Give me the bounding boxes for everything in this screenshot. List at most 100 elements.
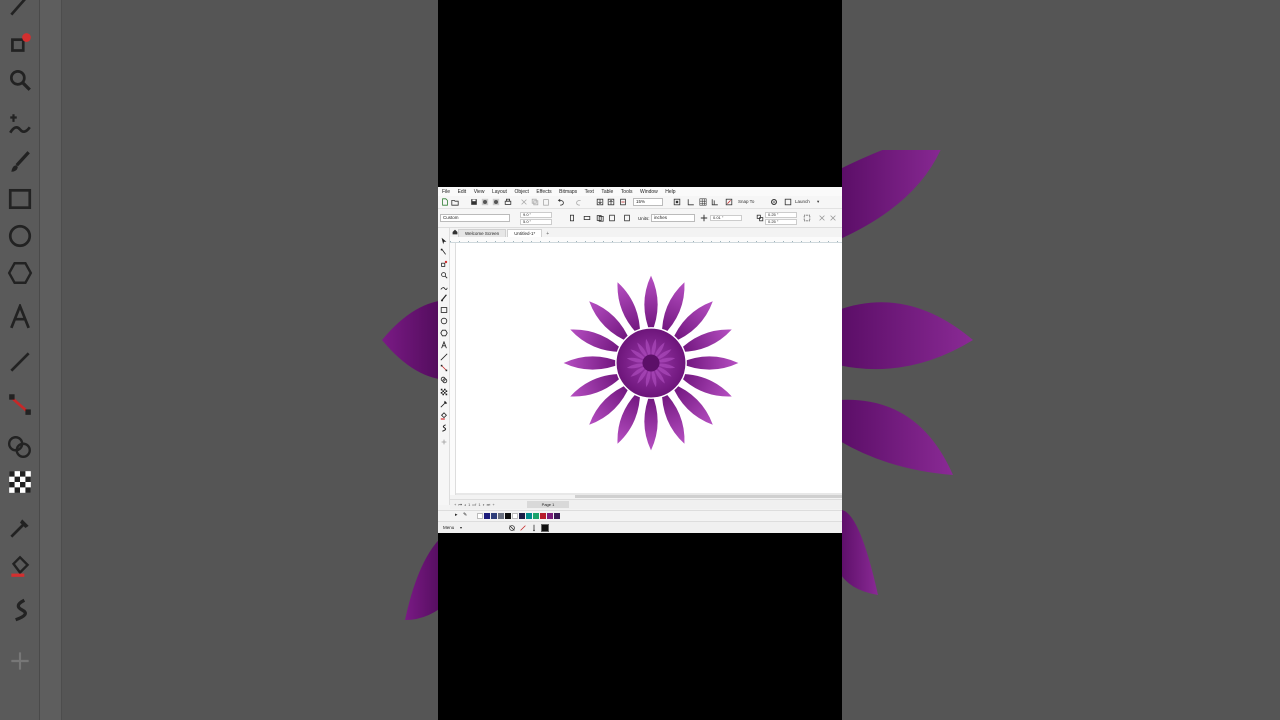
page-1-tab[interactable]: Page 1 <box>527 501 569 508</box>
connector-tool-icon[interactable] <box>440 359 448 372</box>
palette-eyedropper-icon[interactable]: ✎ <box>463 512 467 518</box>
color-palette: ▸ ✎ <box>438 510 842 520</box>
menu-object[interactable]: Object <box>514 189 528 195</box>
smear-tool-icon[interactable] <box>440 419 448 432</box>
line-tool-icon[interactable] <box>440 348 448 361</box>
page-width-field[interactable]: 9.0 " <box>520 212 552 218</box>
menu-tools[interactable]: Tools <box>621 189 633 195</box>
palette-swatch[interactable] <box>484 513 490 519</box>
view-mode-icon[interactable] <box>725 198 733 206</box>
palette-swatch[interactable] <box>498 513 504 519</box>
landscape-icon[interactable] <box>583 214 591 222</box>
launch-label[interactable]: Launch <box>795 199 810 204</box>
units-select[interactable]: inches <box>651 214 695 222</box>
save-icon[interactable] <box>470 198 478 206</box>
launch-icon[interactable] <box>784 198 792 206</box>
palette-swatch[interactable] <box>477 513 483 519</box>
background-flower-petals-left <box>382 300 450 620</box>
page-height-field[interactable]: 5.0 " <box>520 219 552 225</box>
tab-welcome-screen[interactable]: Welcome Screen <box>458 229 507 237</box>
duplicate-y-field[interactable]: 0.25 " <box>765 219 797 225</box>
menu-text[interactable]: Text <box>585 189 594 195</box>
publish-pdf-icon[interactable] <box>619 198 627 206</box>
menu-layout[interactable]: Layout <box>492 189 507 195</box>
palette-swatch[interactable] <box>512 513 518 519</box>
palette-swatch[interactable] <box>519 513 525 519</box>
rulers-icon[interactable] <box>687 198 695 206</box>
text-tool-icon[interactable] <box>440 336 448 349</box>
menu-edit[interactable]: Edit <box>458 189 467 195</box>
add-tool-icon[interactable] <box>440 433 448 445</box>
drawing-canvas[interactable] <box>456 243 842 495</box>
flower-artwork[interactable] <box>556 268 746 458</box>
palette-swatch[interactable] <box>491 513 497 519</box>
status-menu[interactable]: Menu <box>443 525 454 530</box>
close-docker-icon[interactable] <box>818 214 826 222</box>
redo-icon[interactable] <box>575 198 583 206</box>
page-preset-select[interactable]: Custom <box>440 214 510 222</box>
shape-tool-icon[interactable] <box>440 243 448 255</box>
artistic-media-icon[interactable] <box>440 289 448 302</box>
copy-icon[interactable] <box>531 198 539 206</box>
current-fill-swatch[interactable] <box>541 524 549 532</box>
paste-icon[interactable] <box>542 198 550 206</box>
transparency-tool-icon[interactable] <box>440 383 448 396</box>
import-icon[interactable] <box>596 198 604 206</box>
undo-icon[interactable] <box>557 198 565 206</box>
palette-swatch[interactable] <box>547 513 553 519</box>
outline-none-icon[interactable] <box>519 524 527 532</box>
guidelines-icon[interactable] <box>711 198 719 206</box>
menu-help[interactable]: Help <box>665 189 675 195</box>
portrait-icon[interactable] <box>568 214 576 222</box>
full-screen-icon[interactable] <box>673 198 681 206</box>
nudge-distance-field[interactable]: 0.01 " <box>710 215 742 221</box>
menu-view[interactable]: View <box>474 189 485 195</box>
polygon-tool-icon[interactable] <box>440 324 448 337</box>
all-pages-icon[interactable] <box>596 214 604 222</box>
zoom-level-field[interactable]: 15% <box>633 198 663 206</box>
horizontal-scrollbar[interactable] <box>575 495 842 498</box>
new-document-icon[interactable] <box>441 198 449 206</box>
palette-swatch[interactable] <box>505 513 511 519</box>
grid-icon[interactable] <box>699 198 707 206</box>
export-icon[interactable] <box>607 198 615 206</box>
rectangle-tool-icon[interactable] <box>440 301 448 313</box>
pick-tool-icon[interactable] <box>440 232 448 245</box>
menu-window[interactable]: Window <box>640 189 658 195</box>
status-menu-dropdown-icon[interactable]: ▾ <box>460 525 462 530</box>
blend-tool-icon[interactable] <box>440 371 448 384</box>
crop-tool-icon[interactable] <box>440 255 448 267</box>
bleed-icon[interactable] <box>623 214 631 222</box>
open-folder-icon[interactable] <box>451 198 459 206</box>
fill-none-icon[interactable] <box>508 524 516 532</box>
palette-swatch[interactable] <box>554 513 560 519</box>
zoom-tool-icon[interactable] <box>440 266 448 279</box>
ellipse-tool-icon[interactable] <box>440 312 448 325</box>
palette-swatch[interactable] <box>533 513 539 519</box>
treat-as-filled-icon[interactable] <box>803 214 811 222</box>
palette-swatch[interactable] <box>540 513 546 519</box>
print-icon[interactable] <box>504 198 512 206</box>
duplicate-x-field[interactable]: 0.25 " <box>765 212 797 218</box>
current-page-icon[interactable] <box>608 214 616 222</box>
eyedropper-tool-icon[interactable] <box>440 395 448 408</box>
page-navigator: + ⏮ ◂ 1 of 1 ▸ ⏭ + Page 1 <box>450 499 842 509</box>
cut-icon[interactable] <box>520 198 528 206</box>
sync-icon[interactable] <box>492 198 500 206</box>
cloud-icon[interactable] <box>481 198 489 206</box>
page-nav-controls[interactable]: + ⏮ ◂ 1 of 1 ▸ ⏭ + <box>454 502 495 507</box>
palette-swatch[interactable] <box>526 513 532 519</box>
menu-table[interactable]: Table <box>601 189 613 195</box>
menu-bitmaps[interactable]: Bitmaps <box>559 189 577 195</box>
snap-to-label[interactable]: Snap To <box>738 199 754 204</box>
menu-effects[interactable]: Effects <box>536 189 551 195</box>
interactive-fill-icon[interactable] <box>440 407 448 420</box>
launch-dropdown-icon[interactable]: ▾ <box>817 199 819 205</box>
freehand-tool-icon[interactable] <box>440 278 448 291</box>
menu-file[interactable]: File <box>442 189 450 195</box>
clear-icon[interactable] <box>829 214 837 222</box>
palette-scroll-icon[interactable]: ▸ <box>455 512 458 518</box>
options-gear-icon[interactable] <box>770 198 778 206</box>
tab-untitled-1[interactable]: Untitled-1* <box>507 229 543 237</box>
outline-pen-icon[interactable] <box>530 524 538 532</box>
